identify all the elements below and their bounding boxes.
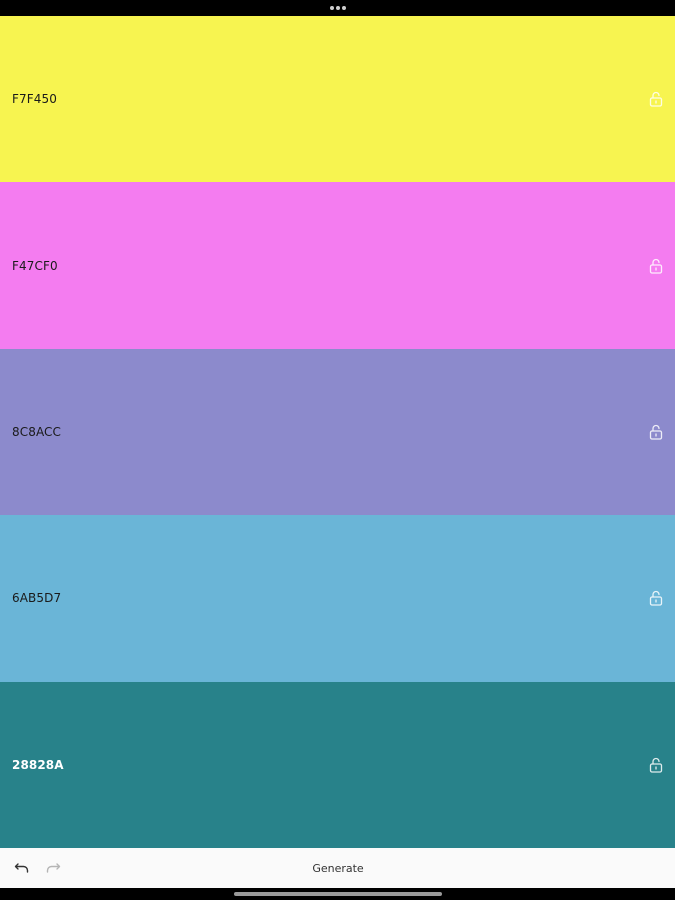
dot: [336, 6, 340, 10]
unlocked-padlock-icon[interactable]: [649, 590, 663, 607]
color-swatch[interactable]: 6AB5D7: [0, 515, 675, 682]
hex-code-label[interactable]: F7F450: [12, 92, 57, 106]
hex-code-label[interactable]: 6AB5D7: [12, 591, 61, 605]
bottom-toolbar: Generate: [0, 848, 675, 888]
redo-arrow-icon: [46, 863, 61, 873]
color-palette: F7F450 F47CF0 8C8ACC 6AB5D7 28828A: [0, 16, 675, 848]
redo-button[interactable]: [44, 860, 62, 876]
color-swatch[interactable]: F7F450: [0, 16, 675, 183]
hex-code-label[interactable]: F47CF0: [12, 259, 58, 273]
hex-code-label[interactable]: 8C8ACC: [12, 425, 61, 439]
status-bar: [0, 0, 675, 16]
color-swatch[interactable]: 28828A: [0, 681, 675, 848]
unlocked-padlock-icon[interactable]: [649, 424, 663, 440]
unlocked-padlock-icon[interactable]: [649, 258, 663, 274]
hex-code-label[interactable]: 28828A: [12, 758, 64, 772]
app-window: F7F450 F47CF0 8C8ACC 6AB5D7 28828A Gener…: [0, 0, 675, 900]
home-indicator-bar[interactable]: [234, 892, 442, 896]
undo-arrow-icon: [14, 863, 29, 873]
multitasking-dots-icon[interactable]: [330, 6, 346, 10]
generate-button[interactable]: Generate: [287, 858, 389, 878]
color-swatch[interactable]: 8C8ACC: [0, 348, 675, 516]
dot: [342, 6, 346, 10]
undo-button[interactable]: [13, 860, 31, 876]
dot: [330, 6, 334, 10]
home-indicator-area: [0, 888, 675, 900]
unlocked-padlock-icon[interactable]: [649, 757, 663, 773]
unlocked-padlock-icon[interactable]: [649, 91, 663, 107]
color-swatch[interactable]: F47CF0: [0, 182, 675, 349]
